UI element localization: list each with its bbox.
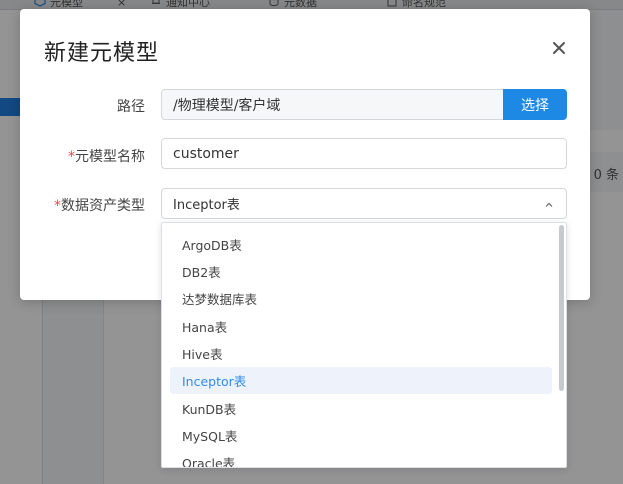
type-label: *数据资产类型 (54, 195, 145, 215)
required-star: * (54, 198, 61, 214)
dropdown-option[interactable]: Oracle表 (170, 449, 552, 467)
dropdown-option[interactable]: Hive表 (170, 340, 552, 367)
dropdown-option[interactable]: MySQL表 (170, 422, 552, 449)
dropdown-option-selected[interactable]: Inceptor表 (170, 367, 552, 394)
asset-type-select[interactable]: Inceptor表 (161, 188, 567, 219)
asset-type-dropdown[interactable]: ArgoDB表 DB2表 达梦数据库表 Hana表 Hive表 Inceptor… (161, 222, 567, 468)
required-star: * (68, 149, 75, 165)
dropdown-option[interactable]: ArgoDB表 (170, 231, 552, 258)
chevron-up-icon (544, 199, 554, 209)
path-label-text: 路径 (117, 99, 145, 115)
path-label: 路径 (117, 96, 145, 116)
meta-model-name-input[interactable] (161, 138, 567, 169)
type-label-text: 数据资产类型 (61, 198, 145, 214)
selected-asset-type: Inceptor表 (173, 198, 240, 213)
path-field[interactable]: /物理模型/客户域 (161, 89, 503, 120)
close-icon[interactable] (550, 39, 568, 57)
dropdown-option[interactable]: KunDB表 (170, 395, 552, 422)
name-label-text: 元模型名称 (75, 149, 145, 165)
select-path-button[interactable]: 选择 (503, 89, 567, 120)
dropdown-option[interactable]: 达梦数据库表 (170, 285, 552, 312)
dropdown-option[interactable]: Hana表 (170, 313, 552, 340)
dropdown-scrollbar[interactable] (559, 225, 564, 391)
name-label: *元模型名称 (68, 146, 145, 166)
dialog-title: 新建元模型 (44, 41, 160, 66)
dropdown-option[interactable]: DB2表 (170, 258, 552, 285)
